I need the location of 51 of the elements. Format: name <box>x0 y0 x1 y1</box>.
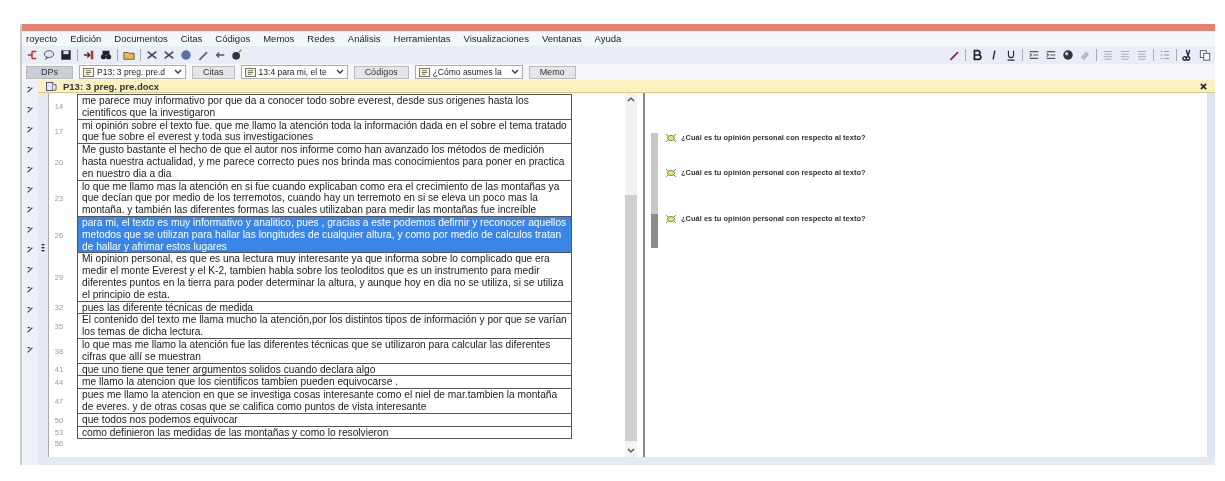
list-icon <box>83 67 94 77</box>
toolbar-button[interactable]: Códigos <box>353 65 409 79</box>
dropdown[interactable]: 13:4 para mi, el te <box>240 65 348 79</box>
pen-icon[interactable] <box>948 49 960 61</box>
copy-icon[interactable] <box>1199 49 1211 61</box>
save-icon[interactable] <box>60 49 72 61</box>
dropdown[interactable]: ¿Cómo asumes la <box>414 65 523 79</box>
list-icon <box>418 67 430 77</box>
chevron-icon <box>510 69 519 75</box>
import-icon[interactable] <box>83 49 95 61</box>
menu-item[interactable]: Edición <box>70 33 102 44</box>
chevron-icon <box>335 69 344 75</box>
list-icon <box>244 67 256 77</box>
indent-icon[interactable] <box>1045 49 1057 61</box>
indent-icon[interactable] <box>1028 49 1040 61</box>
toolbar-button[interactable]: Memo <box>528 65 576 79</box>
code-icon <box>665 168 677 178</box>
circle-icon[interactable] <box>1062 49 1074 61</box>
document-icon <box>46 81 57 91</box>
scroll-up-icon <box>627 96 635 102</box>
speech-icon[interactable] <box>43 49 55 61</box>
binoculars-icon[interactable] <box>100 49 112 61</box>
menu-item[interactable]: Herramientas <box>393 33 451 44</box>
menu-item[interactable]: Redes <box>307 33 335 44</box>
bomb-icon[interactable] <box>231 49 243 61</box>
toolbar-button[interactable]: Citas <box>192 65 235 79</box>
scrollbar[interactable] <box>625 93 637 457</box>
code-icon <box>665 214 677 224</box>
document-title: P13: 3 preg. pre.docx <box>63 80 160 92</box>
bold-icon[interactable] <box>971 49 983 61</box>
chevron-icon <box>174 69 183 75</box>
menu-item[interactable]: royecto <box>26 33 58 44</box>
menu-item[interactable]: Códigos <box>215 33 251 44</box>
menu-item[interactable]: Visualizaciones <box>463 33 529 44</box>
scroll-down-icon <box>627 448 635 454</box>
menu-item[interactable]: Citas <box>180 33 203 44</box>
grip-icon[interactable] <box>41 243 45 253</box>
underline-icon[interactable] <box>1005 49 1017 61</box>
dropdown[interactable]: P13: 3 preg. pre.d <box>79 65 187 79</box>
menu-item[interactable]: Análisis <box>347 33 381 44</box>
menu-item[interactable]: Memos <box>263 33 295 44</box>
pen-icon[interactable] <box>197 49 209 61</box>
menu-item[interactable]: Ayuda <box>594 33 622 44</box>
menu-item[interactable]: Ventanas <box>541 33 582 44</box>
code-icon <box>665 133 677 143</box>
menu-item[interactable]: Documentos <box>114 33 168 44</box>
branch-icon[interactable] <box>26 49 38 61</box>
close-icon[interactable] <box>1200 82 1207 90</box>
arrow-icon[interactable] <box>214 49 226 61</box>
toolbar-button[interactable]: DPs <box>26 65 73 79</box>
folder-icon[interactable] <box>123 49 135 61</box>
